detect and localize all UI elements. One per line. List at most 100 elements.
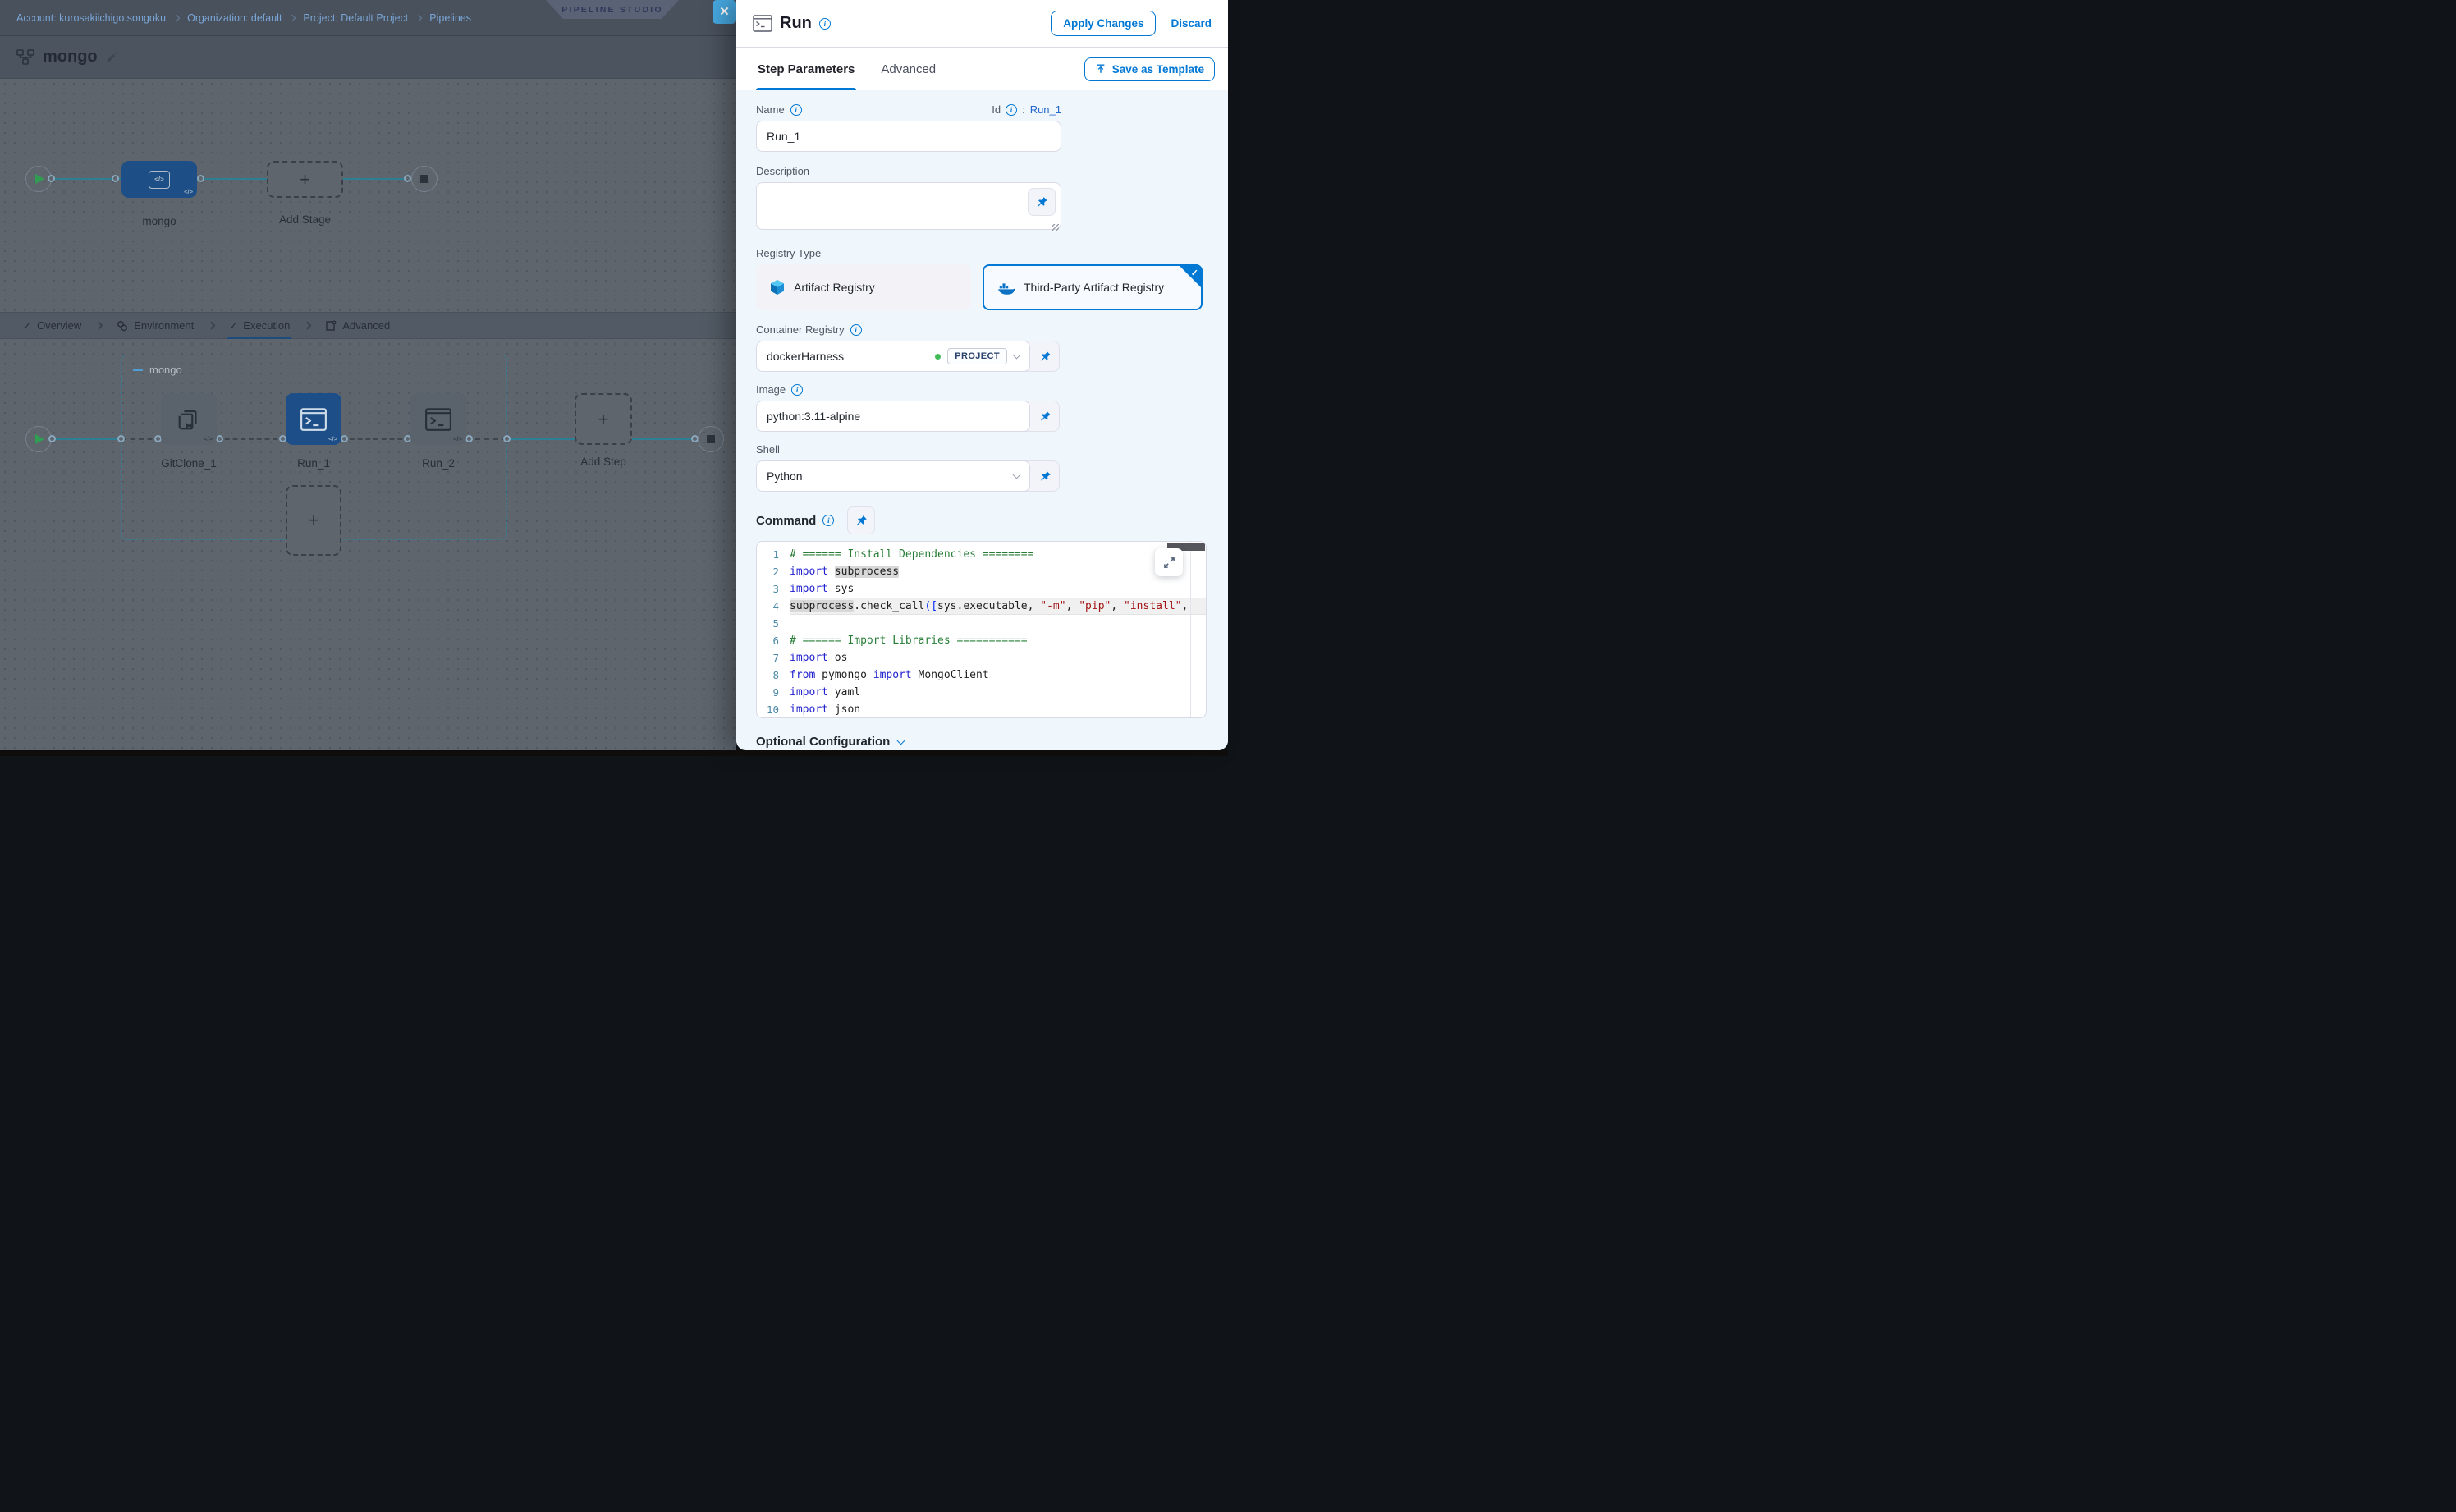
line-number: 8 xyxy=(757,667,790,684)
stage-tabs-bar: ✓ Overview Environment ✓ Execution xyxy=(0,312,736,339)
tab-advanced[interactable]: Advanced xyxy=(314,312,401,339)
description-field-label: Description xyxy=(756,165,1207,177)
name-input[interactable] xyxy=(756,121,1061,152)
code-line[interactable]: 5 xyxy=(757,615,1206,632)
info-icon[interactable]: i xyxy=(791,384,803,396)
registry-type-options: Artifact Registry Third-Party Artifact R… xyxy=(756,264,1207,310)
add-step-label: Add Step xyxy=(562,456,644,468)
optional-configuration-label: Optional Configuration xyxy=(756,735,890,749)
connector-name: dockerHarness xyxy=(767,350,844,363)
expand-editor-button[interactable] xyxy=(1155,548,1183,576)
shell-field: Python xyxy=(756,460,1060,492)
command-editor[interactable]: 1# ====== Install Dependencies ========2… xyxy=(756,541,1207,718)
connector-status-dot xyxy=(935,354,941,360)
chevron-down-icon[interactable] xyxy=(1013,351,1021,360)
edge-connector xyxy=(197,175,204,182)
command-field-label: Command i xyxy=(756,506,1207,534)
collapse-icon[interactable] xyxy=(133,369,143,371)
pipeline-icon xyxy=(16,49,34,65)
breadcrumb-link[interactable]: Organization: default xyxy=(187,12,282,24)
drawer-header: Run i Apply Changes Discard xyxy=(736,0,1228,48)
pin-input-type-button[interactable] xyxy=(1028,188,1056,216)
name-field-label: Name i xyxy=(756,103,802,116)
tab-step-parameters[interactable]: Step Parameters xyxy=(756,48,856,90)
drawer-actions: Apply Changes Discard xyxy=(1051,11,1212,36)
tab-overview[interactable]: ✓ Overview xyxy=(11,312,93,339)
edge-connector xyxy=(216,435,223,442)
pin-input-type-button[interactable] xyxy=(847,506,875,534)
info-icon[interactable]: i xyxy=(850,324,862,336)
play-icon xyxy=(35,434,44,444)
option-label: Artifact Registry xyxy=(794,281,875,294)
advanced-icon xyxy=(325,320,337,332)
tab-environment[interactable]: Environment xyxy=(105,312,205,339)
pipeline-end-node xyxy=(411,166,438,192)
stop-icon xyxy=(707,435,715,443)
step-label: Run_2 xyxy=(397,457,479,470)
execution-end-node xyxy=(698,426,724,452)
chevron-right-icon xyxy=(173,15,180,21)
fullscreen-icon xyxy=(1163,557,1175,569)
line-number: 10 xyxy=(757,701,790,718)
tab-label: Execution xyxy=(243,319,290,332)
pipeline-studio-badge: PIPELINE STUDIO xyxy=(546,0,679,19)
info-icon[interactable]: i xyxy=(1006,104,1017,116)
pipeline-studio-page: Account: kurosakiichigo.songoku Organizat… xyxy=(0,0,1228,756)
save-as-template-button[interactable]: Save as Template xyxy=(1084,57,1215,81)
edge xyxy=(217,438,286,440)
tab-advanced-drawer[interactable]: Advanced xyxy=(879,48,937,90)
code-line[interactable]: 3import sys xyxy=(757,580,1206,598)
edit-pencil-icon[interactable] xyxy=(106,51,118,63)
drawer-title: Run xyxy=(780,14,812,33)
info-icon[interactable]: i xyxy=(822,515,834,526)
description-input[interactable] xyxy=(756,182,1061,230)
resize-handle[interactable] xyxy=(1052,224,1059,231)
stage-node-mongo[interactable]: </> </> xyxy=(121,161,197,198)
step-node-run-1[interactable]: </> xyxy=(286,393,341,445)
breadcrumb-link[interactable]: Pipelines xyxy=(429,12,471,24)
id-value[interactable]: Run_1 xyxy=(1030,103,1061,116)
tab-execution[interactable]: ✓ Execution xyxy=(218,312,301,339)
step-node-gitclone-1[interactable]: </> xyxy=(161,393,217,445)
stage-label: mongo xyxy=(121,215,197,227)
line-number: 6 xyxy=(757,632,790,649)
optional-configuration-toggle[interactable]: Optional Configuration xyxy=(756,735,1207,749)
container-registry-input[interactable]: dockerHarness PROJECT xyxy=(756,341,1030,372)
image-input[interactable]: python:3.11-alpine xyxy=(756,401,1030,432)
step-parameters-form: Name i Id i : Run_1 Description xyxy=(736,90,1228,750)
add-stage-button[interactable]: + xyxy=(267,161,343,198)
edge xyxy=(197,178,267,180)
code-line[interactable]: 6# ====== Import Libraries =========== xyxy=(757,632,1206,649)
step-node-run-2[interactable]: </> xyxy=(410,393,466,445)
tab-label: Advanced xyxy=(342,319,390,332)
code-line[interactable]: 7import os xyxy=(757,649,1206,667)
close-drawer-button[interactable]: ✕ xyxy=(713,0,736,24)
breadcrumb-link[interactable]: Account: kurosakiichigo.songoku xyxy=(16,12,166,24)
check-icon: ✓ xyxy=(1191,268,1198,278)
discard-button[interactable]: Discard xyxy=(1171,17,1212,30)
code-line[interactable]: 2import subprocess xyxy=(757,563,1206,580)
shell-select[interactable]: Python xyxy=(756,460,1030,492)
tab-label: Environment xyxy=(134,319,194,332)
step-group-header[interactable]: mongo xyxy=(133,364,182,376)
environment-icon xyxy=(117,320,128,332)
apply-changes-button[interactable]: Apply Changes xyxy=(1051,11,1156,36)
artifact-registry-option[interactable]: Artifact Registry xyxy=(756,264,971,310)
breadcrumb-link[interactable]: Project: Default Project xyxy=(303,12,408,24)
pin-icon xyxy=(1039,351,1052,363)
add-step-button[interactable]: + xyxy=(575,393,632,445)
code-line[interactable]: 4subprocess.check_call([sys.executable, … xyxy=(757,598,1206,615)
id-separator: : xyxy=(1022,103,1025,116)
info-icon[interactable]: i xyxy=(819,18,831,30)
code-line[interactable]: 1# ====== Install Dependencies ======== xyxy=(757,546,1206,563)
code-line[interactable]: 9import yaml xyxy=(757,684,1206,701)
code-line[interactable]: 10import json xyxy=(757,701,1206,718)
ci-stage-icon: </> xyxy=(149,171,170,189)
info-icon[interactable]: i xyxy=(790,104,802,116)
edge xyxy=(343,178,411,180)
code-line[interactable]: 8from pymongo import MongoClient xyxy=(757,667,1206,684)
third-party-artifact-registry-option[interactable]: Third-Party Artifact Registry ✓ xyxy=(983,264,1203,310)
bottom-scrollbar[interactable] xyxy=(0,750,1228,756)
step-code-badge: </> xyxy=(328,435,337,442)
add-parallel-step-button[interactable]: + xyxy=(286,485,341,556)
